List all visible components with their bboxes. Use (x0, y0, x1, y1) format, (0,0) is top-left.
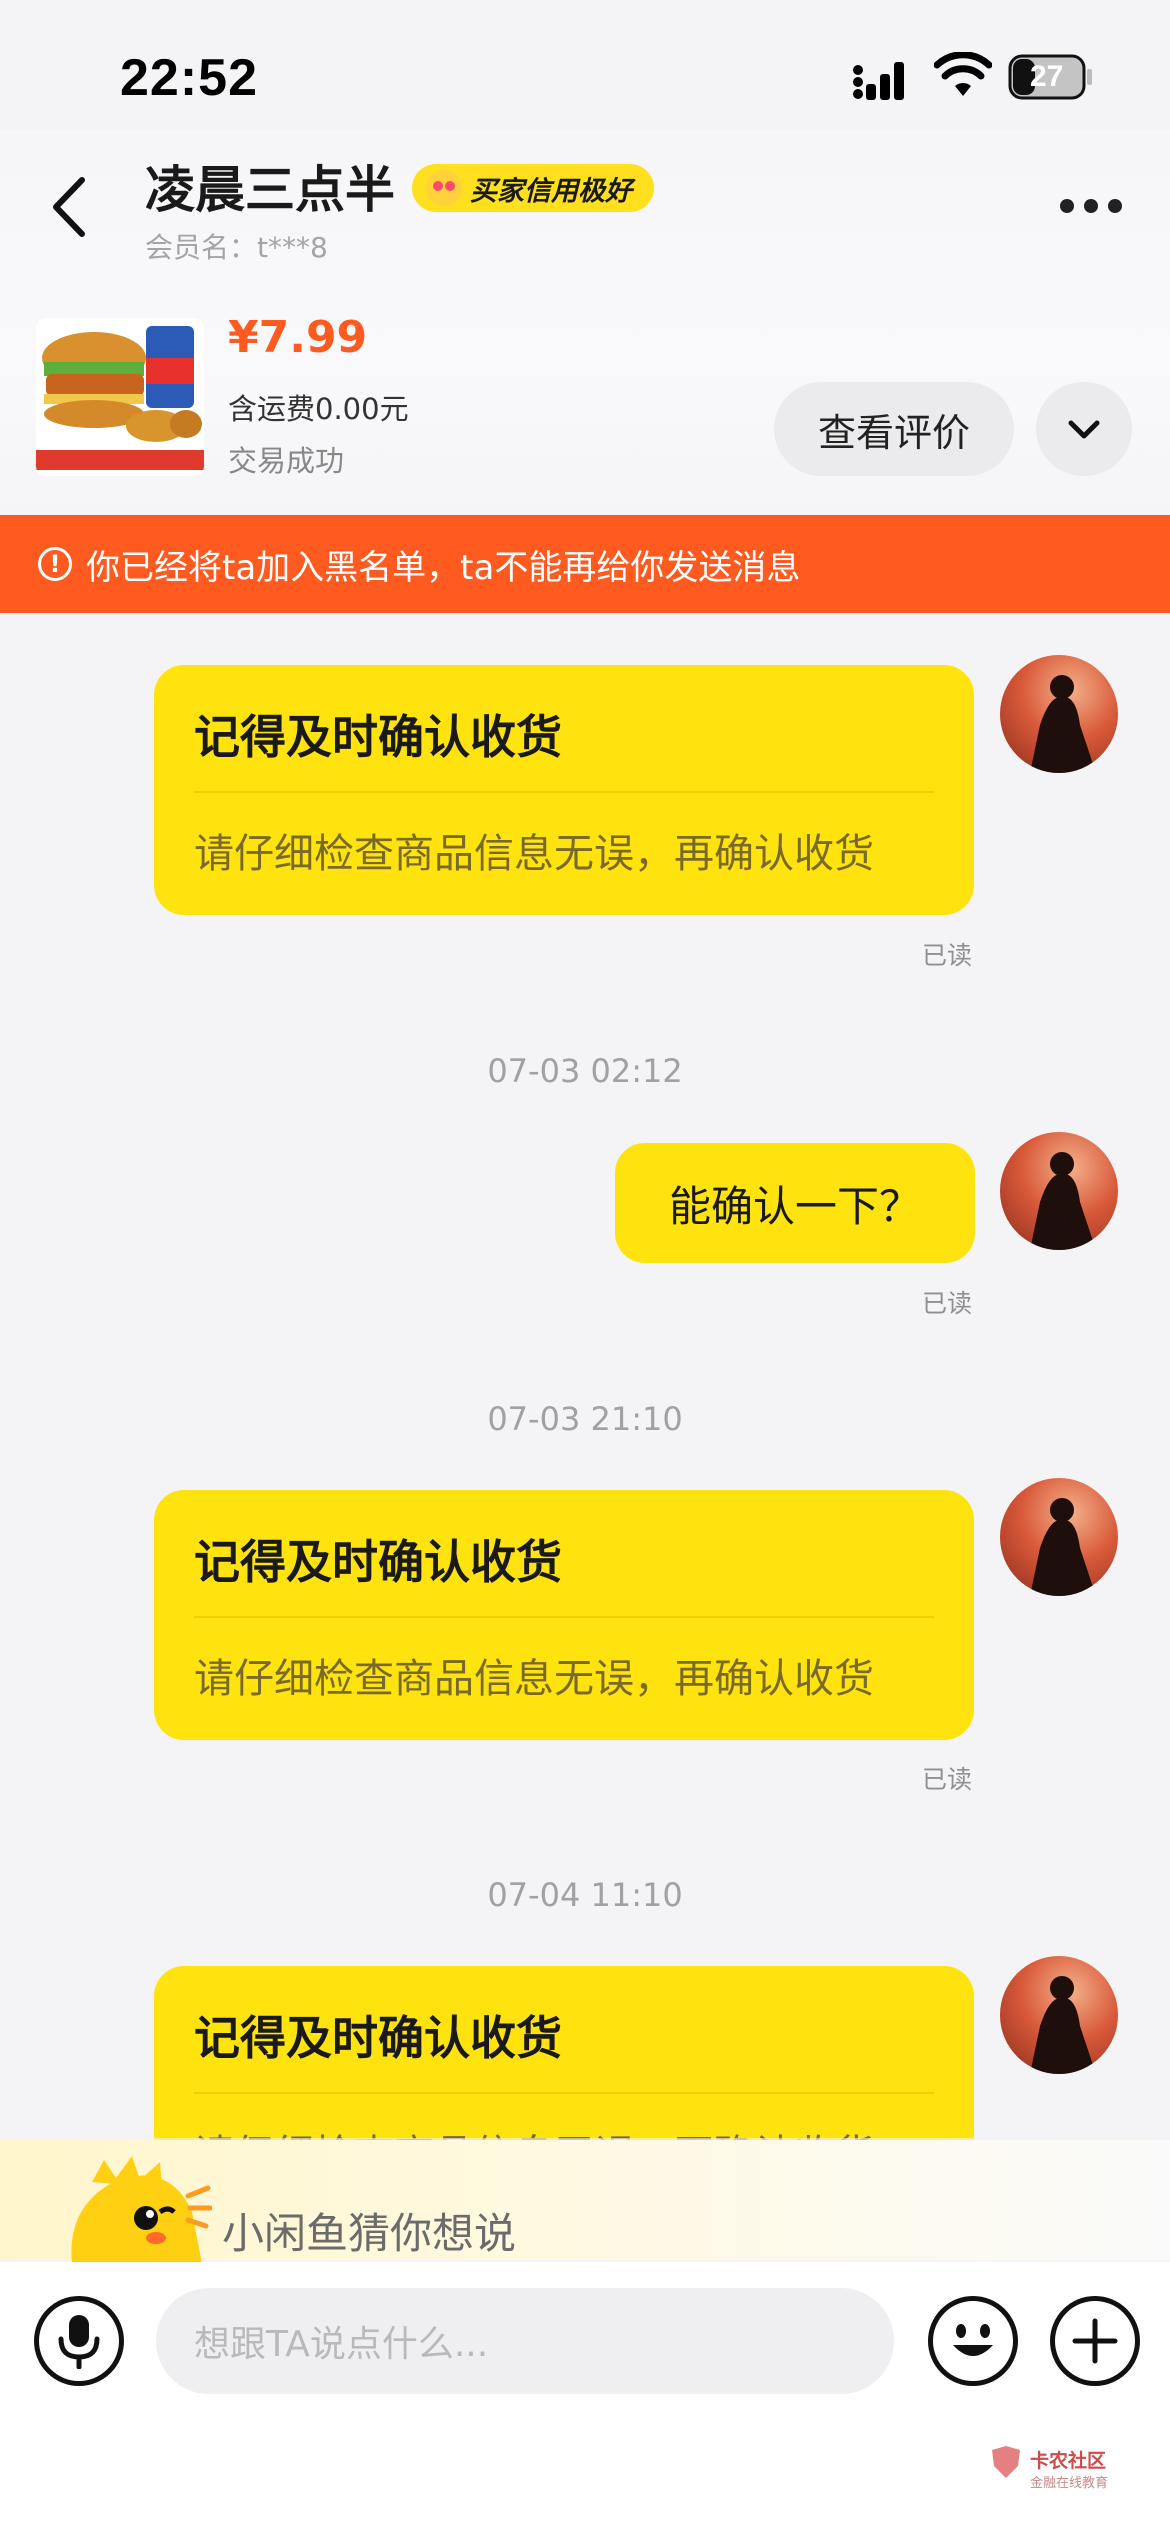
chevron-down-icon (1068, 420, 1100, 439)
read-receipt: 已读 (921, 1289, 972, 1318)
message-timestamp: 07-03 02:12 (487, 1052, 683, 1090)
blacklist-text: 你已经将ta加入黑名单，ta不能再给你发送消息 (86, 547, 801, 588)
order-reminder-card[interactable]: 记得及时确认收货 请仔细检查商品信息无误，再确认收货 (154, 1490, 974, 1740)
wifi-icon (934, 52, 992, 96)
back-arrow-icon[interactable] (44, 174, 94, 240)
card-title: 记得及时确认收货 (194, 2011, 562, 2065)
chat-title[interactable]: 凌晨三点半 (145, 150, 395, 222)
plus-icon (1072, 2318, 1118, 2364)
xianyu-mascot-icon (71, 2156, 212, 2264)
warning-icon: ! (38, 547, 72, 581)
read-receipt: 已读 (921, 1765, 972, 1794)
card-body: 请仔细检查商品信息无误，再确认收货 (194, 1656, 874, 1702)
more-options-icon[interactable] (1058, 196, 1124, 216)
card-body: 请仔细检查商品信息无误，再确认收货 (194, 831, 874, 877)
cellular-signal-icon (853, 62, 904, 100)
more-actions-button[interactable] (1050, 2296, 1140, 2386)
order-reminder-card[interactable]: 记得及时确认收货 请仔细检查商品信息无误，再确认收货 (154, 665, 974, 915)
avatar[interactable] (1000, 1956, 1118, 2074)
blacklist-banner: ! 你已经将ta加入黑名单，ta不能再给你发送消息 (0, 515, 1170, 613)
expand-button[interactable] (1036, 382, 1132, 476)
watermark-logo-icon (992, 2446, 1020, 2478)
message-timestamp: 07-04 11:10 (487, 1876, 683, 1914)
view-review-button[interactable]: 查看评价 (774, 382, 1014, 476)
avatar[interactable] (1000, 1132, 1118, 1250)
message-input[interactable]: 想跟TA说点什么... (156, 2288, 894, 2394)
card-title: 记得及时确认收货 (194, 1535, 562, 1589)
trade-status: 交易成功 (228, 444, 345, 478)
credit-badge[interactable]: 买家信用极好 (412, 164, 654, 212)
voice-input-button[interactable] (34, 2296, 124, 2386)
avatar[interactable] (1000, 1478, 1118, 1596)
heart-eyes-icon (426, 170, 462, 206)
card-divider (194, 791, 934, 793)
product-thumbnail[interactable] (36, 318, 204, 476)
card-divider (194, 1616, 934, 1618)
product-price: ¥7.99 (228, 312, 368, 363)
smiley-icon (953, 2324, 993, 2356)
avatar[interactable] (1000, 655, 1118, 773)
emoji-button[interactable] (928, 2296, 1018, 2386)
battery-level: 27 (1030, 60, 1064, 93)
battery-icon: 27 (1008, 54, 1094, 100)
status-time: 22:52 (120, 49, 258, 107)
card-title: 记得及时确认收货 (194, 710, 562, 764)
message-timestamp: 07-03 21:10 (487, 1400, 683, 1438)
watermark-text: 卡农社区 (1030, 2450, 1107, 2472)
card-divider (194, 2092, 934, 2094)
suggestion-text[interactable]: 小闲鱼猜你想说 (222, 2200, 516, 2261)
microphone-icon (58, 2315, 100, 2369)
watermark-subtext: 金融在线教育 (1030, 2476, 1109, 2491)
member-name: 会员名：t***8 (145, 231, 328, 264)
shipping-fee: 含运费0.00元 (228, 392, 409, 426)
read-receipt: 已读 (921, 941, 972, 970)
credit-badge-label: 买家信用极好 (470, 175, 632, 207)
message-bubble[interactable]: 能确认一下？ (615, 1143, 975, 1263)
